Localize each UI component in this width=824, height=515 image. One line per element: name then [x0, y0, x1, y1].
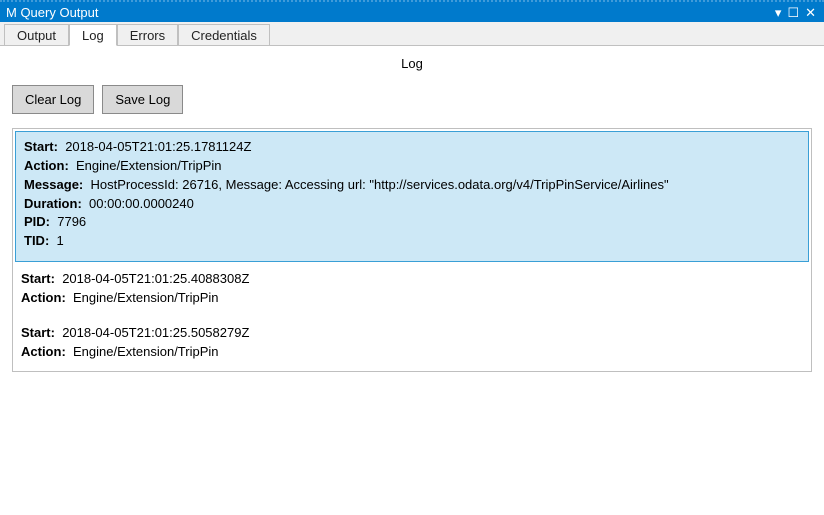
label-duration: Duration: — [24, 196, 82, 211]
label-message: Message: — [24, 177, 83, 192]
label-action: Action: — [24, 158, 69, 173]
maximize-icon[interactable]: ☐ — [787, 6, 799, 19]
window-title: M Query Output — [4, 5, 775, 20]
label-start: Start: — [24, 139, 58, 154]
clear-log-button[interactable]: Clear Log — [12, 85, 94, 114]
log-action-value: Engine/Extension/TripPin — [73, 290, 219, 305]
log-start-value: 2018-04-05T21:01:25.4088308Z — [62, 271, 249, 286]
toolbar: Clear Log Save Log — [12, 85, 812, 114]
tab-bar: Output Log Errors Credentials — [0, 22, 824, 46]
label-action: Action: — [21, 290, 66, 305]
log-entry[interactable]: Start: 2018-04-05T21:01:25.4088308Z Acti… — [13, 264, 811, 318]
log-action-value: Engine/Extension/TripPin — [73, 344, 219, 359]
label-tid: TID: — [24, 233, 49, 248]
log-start-value: 2018-04-05T21:01:25.1781124Z — [65, 139, 251, 154]
label-start: Start: — [21, 325, 55, 340]
close-icon[interactable]: ✕ — [805, 6, 816, 19]
log-tid-value: 1 — [57, 233, 64, 248]
label-start: Start: — [21, 271, 55, 286]
label-pid: PID: — [24, 214, 50, 229]
window-controls: ▾ ☐ ✕ — [775, 6, 820, 19]
label-action: Action: — [21, 344, 66, 359]
tab-errors[interactable]: Errors — [117, 24, 178, 45]
save-log-button[interactable]: Save Log — [102, 85, 183, 114]
tab-log[interactable]: Log — [69, 24, 117, 46]
log-start-value: 2018-04-05T21:01:25.5058279Z — [62, 325, 249, 340]
log-pid-value: 7796 — [57, 214, 86, 229]
log-entry[interactable]: Start: 2018-04-05T21:01:25.5058279Z Acti… — [13, 318, 811, 372]
tab-credentials[interactable]: Credentials — [178, 24, 270, 45]
log-entry[interactable]: Start: 2018-04-05T21:01:25.1781124Z Acti… — [15, 131, 809, 262]
titlebar[interactable]: M Query Output ▾ ☐ ✕ — [0, 0, 824, 22]
content-area: Log Clear Log Save Log Start: 2018-04-05… — [0, 46, 824, 382]
log-message-value: HostProcessId: 26716, Message: Accessing… — [90, 177, 668, 192]
page-title: Log — [12, 56, 812, 71]
log-list: Start: 2018-04-05T21:01:25.1781124Z Acti… — [12, 128, 812, 372]
log-duration-value: 00:00:00.0000240 — [89, 196, 194, 211]
tab-output[interactable]: Output — [4, 24, 69, 45]
log-action-value: Engine/Extension/TripPin — [76, 158, 222, 173]
dropdown-icon[interactable]: ▾ — [775, 6, 782, 19]
